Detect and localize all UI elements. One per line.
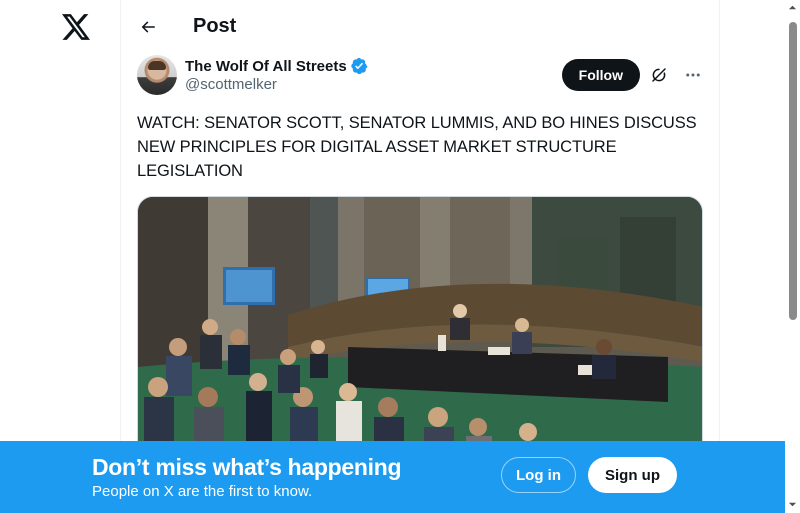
back-button[interactable]	[137, 16, 159, 38]
more-horizontal-icon[interactable]	[683, 65, 703, 85]
verified-badge-icon[interactable]	[350, 57, 368, 75]
author-actions: Follow	[561, 59, 703, 91]
vertical-scrollbar[interactable]	[785, 0, 800, 513]
main-column: Post The Wolf Of All Streets @scottmelke…	[120, 0, 720, 513]
signup-button[interactable]: Sign up	[588, 457, 677, 493]
page: Post The Wolf Of All Streets @scottmelke…	[0, 0, 800, 513]
login-button[interactable]: Log in	[501, 457, 576, 493]
left-nav	[0, 0, 120, 513]
author-name-line: The Wolf Of All Streets	[185, 57, 368, 75]
scroll-up-arrow-icon[interactable]	[788, 3, 797, 12]
author-name[interactable]: The Wolf Of All Streets	[185, 58, 347, 75]
page-title: Post	[193, 15, 237, 37]
tweet-media-photo[interactable]	[137, 196, 703, 456]
scroll-down-arrow-icon[interactable]	[788, 500, 797, 509]
banner-subtitle: People on X are the first to know.	[92, 483, 313, 500]
tweet: The Wolf Of All Streets @scottmelker Fol…	[121, 53, 719, 456]
grok-icon[interactable]	[649, 65, 669, 85]
author-meta: The Wolf Of All Streets @scottmelker	[185, 57, 368, 93]
page-header: Post	[121, 0, 719, 53]
x-logo-icon[interactable]	[60, 11, 92, 43]
scrollbar-thumb[interactable]	[789, 22, 797, 320]
login-banner: Don’t miss what’s happening People on X …	[0, 441, 785, 513]
follow-button[interactable]: Follow	[561, 59, 640, 91]
avatar[interactable]	[137, 55, 177, 95]
tweet-author-row: The Wolf Of All Streets @scottmelker Fol…	[137, 53, 703, 97]
banner-title: Don’t miss what’s happening	[92, 454, 402, 480]
tweet-text: WATCH: SENATOR SCOTT, SENATOR LUMMIS, AN…	[137, 114, 697, 180]
author-handle[interactable]: @scottmelker	[185, 76, 368, 93]
arrow-left-icon	[141, 20, 155, 33]
hearing-room-photo	[138, 197, 702, 455]
